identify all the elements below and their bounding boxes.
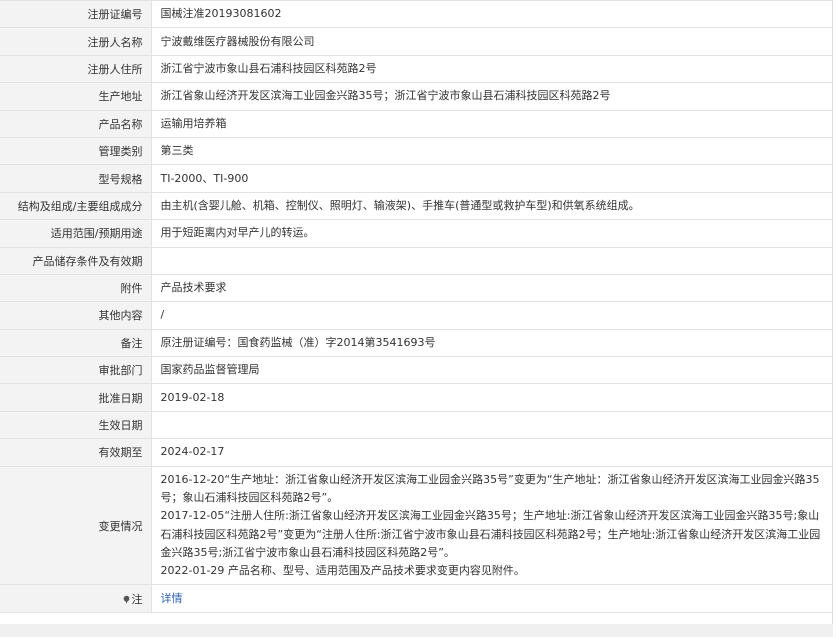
label-registrant-address: 注册人住所 [0, 54, 152, 84]
value-storage-validity [151, 246, 833, 275]
row-remarks: 备注 原注册证编号：国食药监械（准）字2014第3541693号 [0, 328, 833, 358]
row-registrant-address: 注册人住所 浙江省宁波市象山县石浦科技园区科苑路2号 [0, 54, 833, 84]
value-management-category: 第三类 [151, 136, 833, 166]
row-approval-date: 批准日期 2019-02-18 [0, 383, 833, 412]
row-note: 注 详情 [0, 584, 833, 613]
row-approval-department: 审批部门 国家药品监督管理局 [0, 356, 833, 385]
registration-detail-panel: 注册证编号 国械注准20193081602 注册人名称 宁波戴维医疗器械股份有限… [0, 0, 833, 637]
value-attachment: 产品技术要求 [151, 273, 833, 303]
label-valid-until: 有效期至 [0, 438, 152, 467]
label-storage-validity: 产品储存条件及有效期 [0, 246, 152, 275]
label-management-category: 管理类别 [0, 136, 152, 166]
label-registrant-name: 注册人名称 [0, 27, 152, 56]
value-change-history: 2016-12-20“生产地址：浙江省象山经济开发区滨海工业园金兴路35号”变更… [151, 465, 833, 586]
label-structure-composition: 结构及组成/主要组成成分 [0, 191, 152, 221]
label-other-content: 其他内容 [0, 301, 152, 330]
value-model-spec: TI-2000、TI-900 [151, 164, 833, 193]
value-product-name: 运输用培养箱 [151, 109, 833, 138]
row-model-spec: 型号规格 TI-2000、TI-900 [0, 164, 833, 193]
value-registration-number: 国械注准20193081602 [151, 0, 833, 29]
label-remarks: 备注 [0, 328, 152, 358]
label-model-spec: 型号规格 [0, 164, 152, 193]
label-production-address: 生产地址 [0, 82, 152, 111]
value-approval-date: 2019-02-18 [151, 383, 833, 412]
note-label: 注 [131, 592, 143, 606]
row-valid-until: 有效期至 2024-02-17 [0, 438, 833, 467]
change-entry: 2017-12-05“注册人住所:浙江省象山经济开发区滨海工业园金兴路35号；生… [160, 509, 821, 559]
change-entry: 2022-01-29 产品名称、型号、适用范围及产品技术要求变更内容见附件。 [160, 564, 525, 578]
registration-detail-table: 注册证编号 国械注准20193081602 注册人名称 宁波戴维医疗器械股份有限… [0, 0, 833, 613]
row-management-category: 管理类别 第三类 [0, 136, 833, 166]
row-registrant-name: 注册人名称 宁波戴维医疗器械股份有限公司 [0, 27, 833, 56]
value-registrant-name: 宁波戴维医疗器械股份有限公司 [151, 27, 833, 56]
value-approval-department: 国家药品监督管理局 [151, 356, 833, 385]
row-attachment: 附件 产品技术要求 [0, 273, 833, 303]
value-note: 详情 [151, 584, 833, 613]
value-structure-composition: 由主机(含婴儿舱、机箱、控制仪、照明灯、输液架)、手推车(普通型或救护车型)和供… [151, 191, 833, 221]
row-production-address: 生产地址 浙江省象山经济开发区滨海工业园金兴路35号；浙江省宁波市象山县石浦科技… [0, 82, 833, 111]
value-remarks: 原注册证编号：国食药监械（准）字2014第3541693号 [151, 328, 833, 358]
row-storage-validity: 产品储存条件及有效期 [0, 246, 833, 275]
row-effective-date: 生效日期 [0, 410, 833, 440]
row-change-history: 变更情况 2016-12-20“生产地址：浙江省象山经济开发区滨海工业园金兴路3… [0, 465, 833, 586]
value-registrant-address: 浙江省宁波市象山县石浦科技园区科苑路2号 [151, 54, 833, 84]
label-registration-number: 注册证编号 [0, 0, 152, 29]
label-intended-use: 适用范围/预期用途 [0, 219, 152, 248]
label-product-name: 产品名称 [0, 109, 152, 138]
value-intended-use: 用于短距离内对早产儿的转运。 [151, 219, 833, 248]
label-approval-department: 审批部门 [0, 356, 152, 385]
row-registration-number: 注册证编号 国械注准20193081602 [0, 0, 833, 29]
value-effective-date [151, 410, 833, 440]
row-structure-composition: 结构及组成/主要组成成分 由主机(含婴儿舱、机箱、控制仪、照明灯、输液架)、手推… [0, 191, 833, 221]
pin-icon [123, 595, 129, 604]
change-entry: 2016-12-20“生产地址：浙江省象山经济开发区滨海工业园金兴路35号”变更… [160, 472, 820, 504]
value-production-address: 浙江省象山经济开发区滨海工业园金兴路35号；浙江省宁波市象山县石浦科技园区科苑路… [151, 82, 833, 111]
details-link[interactable]: 详情 [161, 592, 183, 605]
label-attachment: 附件 [0, 273, 152, 303]
bottom-band [0, 624, 833, 637]
row-other-content: 其他内容 / [0, 301, 833, 330]
row-intended-use: 适用范围/预期用途 用于短距离内对早产儿的转运。 [0, 219, 833, 248]
label-note: 注 [0, 584, 152, 613]
row-product-name: 产品名称 运输用培养箱 [0, 109, 833, 138]
value-valid-until: 2024-02-17 [151, 438, 833, 467]
label-effective-date: 生效日期 [0, 410, 152, 440]
value-other-content: / [151, 301, 833, 330]
label-change-history: 变更情况 [0, 465, 152, 586]
label-approval-date: 批准日期 [0, 383, 152, 412]
